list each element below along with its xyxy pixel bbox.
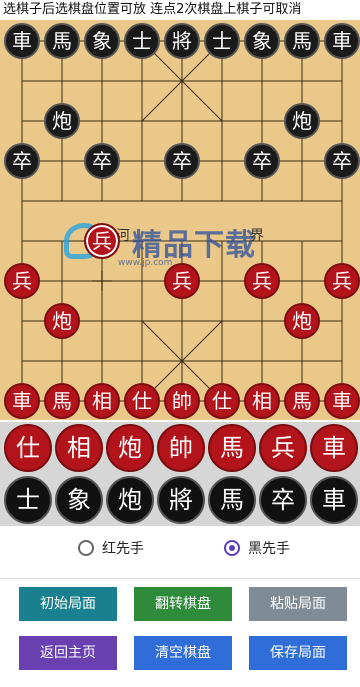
black-piece-tray: 士 象 炮 將 馬 卒 車 xyxy=(0,474,360,526)
black-cannon[interactable]: 炮 xyxy=(284,103,320,139)
divider xyxy=(0,578,360,579)
black-cannon[interactable]: 炮 xyxy=(44,103,80,139)
black-pawn[interactable]: 卒 xyxy=(244,143,280,179)
tray-black-general[interactable]: 將 xyxy=(157,476,205,524)
red-horse[interactable]: 馬 xyxy=(44,383,80,419)
tray-black-elephant[interactable]: 象 xyxy=(55,476,103,524)
red-chariot[interactable]: 車 xyxy=(4,383,40,419)
black-horse[interactable]: 馬 xyxy=(44,23,80,59)
red-pawn[interactable]: 兵 xyxy=(324,263,360,299)
red-cannon[interactable]: 炮 xyxy=(44,303,80,339)
red-horse[interactable]: 馬 xyxy=(284,383,320,419)
black-horse[interactable]: 馬 xyxy=(284,23,320,59)
red-general[interactable]: 帥 xyxy=(164,383,200,419)
black-pawn[interactable]: 卒 xyxy=(84,143,120,179)
black-advisor[interactable]: 士 xyxy=(204,23,240,59)
black-first-radio[interactable]: 黑先手 xyxy=(224,538,290,558)
tray-red-advisor[interactable]: 仕 xyxy=(4,424,52,472)
red-pawn[interactable]: 兵 xyxy=(164,263,200,299)
black-chariot[interactable]: 車 xyxy=(324,23,360,59)
black-general[interactable]: 將 xyxy=(164,23,200,59)
black-pawn[interactable]: 卒 xyxy=(4,143,40,179)
black-elephant[interactable]: 象 xyxy=(244,23,280,59)
tray-black-pawn[interactable]: 卒 xyxy=(259,476,307,524)
cursor-cross-icon xyxy=(92,271,112,291)
tray-black-horse[interactable]: 馬 xyxy=(208,476,256,524)
clear-board-button[interactable]: 清空棋盘 xyxy=(134,636,232,670)
radio-unchecked-icon xyxy=(78,540,94,556)
tray-red-cannon[interactable]: 炮 xyxy=(106,424,154,472)
black-elephant[interactable]: 象 xyxy=(84,23,120,59)
tray-black-chariot[interactable]: 車 xyxy=(310,476,358,524)
black-pawn[interactable]: 卒 xyxy=(164,143,200,179)
flip-board-button[interactable]: 翻转棋盘 xyxy=(134,587,232,621)
instruction-hint: 选棋子后选棋盘位置可放 连点2次棋盘上棋子可取消 xyxy=(0,0,360,20)
paste-position-button[interactable]: 粘贴局面 xyxy=(249,587,347,621)
red-advisor[interactable]: 仕 xyxy=(204,383,240,419)
red-first-label: 红先手 xyxy=(102,541,144,557)
tray-red-pawn[interactable]: 兵 xyxy=(259,424,307,472)
black-chariot[interactable]: 車 xyxy=(4,23,40,59)
first-move-radio-group: 红先手 黑先手 xyxy=(0,538,360,564)
back-home-button[interactable]: 返回主页 xyxy=(19,636,117,670)
red-first-radio[interactable]: 红先手 xyxy=(78,538,144,558)
red-chariot[interactable]: 車 xyxy=(324,383,360,419)
red-pawn[interactable]: 兵 xyxy=(244,263,280,299)
red-pawn[interactable]: 兵 xyxy=(4,263,40,299)
chess-board[interactable]: 精品下载 www.jp.com 河 界 車 馬 象 士 將 士 象 馬 車 炮 … xyxy=(0,20,360,420)
red-pawn-selected[interactable]: 兵 xyxy=(84,223,120,259)
tray-black-cannon[interactable]: 炮 xyxy=(106,476,154,524)
tray-red-chariot[interactable]: 車 xyxy=(310,424,358,472)
river-label-right: 界 xyxy=(250,228,264,244)
initial-position-button[interactable]: 初始局面 xyxy=(19,587,117,621)
red-elephant[interactable]: 相 xyxy=(244,383,280,419)
red-piece-tray: 仕 相 炮 帥 馬 兵 車 xyxy=(0,422,360,474)
tray-black-advisor[interactable]: 士 xyxy=(4,476,52,524)
radio-checked-icon xyxy=(224,540,240,556)
tray-red-general[interactable]: 帥 xyxy=(157,424,205,472)
tray-red-horse[interactable]: 馬 xyxy=(208,424,256,472)
watermark-subtext: www.jp.com xyxy=(118,258,173,268)
red-advisor[interactable]: 仕 xyxy=(124,383,160,419)
red-cannon[interactable]: 炮 xyxy=(284,303,320,339)
tray-red-elephant[interactable]: 相 xyxy=(55,424,103,472)
red-elephant[interactable]: 相 xyxy=(84,383,120,419)
save-position-button[interactable]: 保存局面 xyxy=(249,636,347,670)
black-first-label: 黑先手 xyxy=(248,541,290,557)
black-pawn[interactable]: 卒 xyxy=(324,143,360,179)
black-advisor[interactable]: 士 xyxy=(124,23,160,59)
